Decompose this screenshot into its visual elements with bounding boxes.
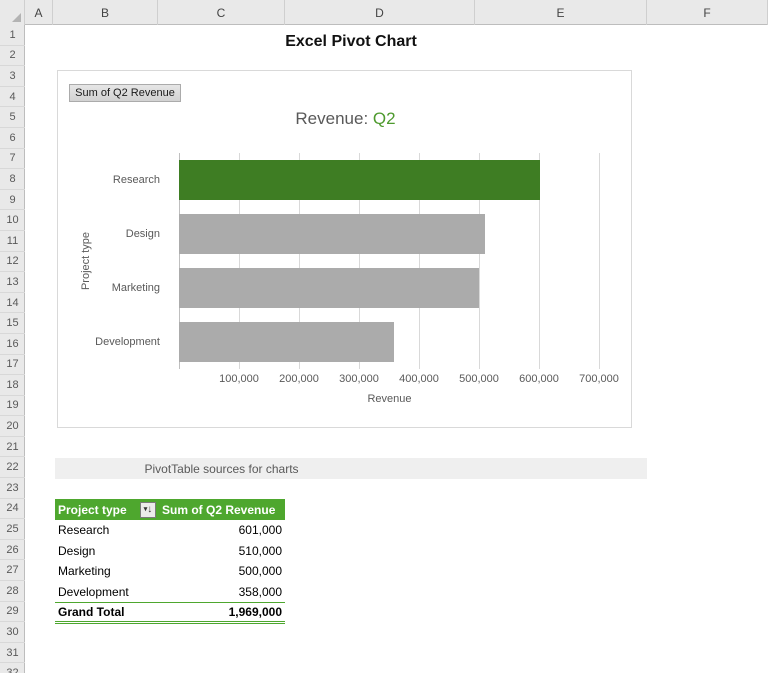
pivot-header-sum-q2-revenue[interactable]: Sum of Q2 Revenue <box>158 499 285 520</box>
pivot-table-header: Project type ▾ ↓ Sum of Q2 Revenue <box>55 499 285 520</box>
x-tick-label: 100,000 <box>219 373 259 385</box>
row-header-8[interactable]: 8 <box>0 169 25 190</box>
row-header-2[interactable]: 2 <box>0 46 25 67</box>
row-header-4[interactable]: 4 <box>0 87 25 108</box>
sort-filter-button[interactable]: ▾ ↓ <box>140 501 156 518</box>
row-header-13[interactable]: 13 <box>0 272 25 293</box>
pivot-row-value: 601,000 <box>238 523 282 538</box>
value-axis-ticks: 100,000 200,000 300,000 400,000 500,000 600,0… <box>179 373 619 387</box>
column-header-b[interactable]: B <box>53 0 158 25</box>
pivot-row-label: Marketing <box>58 564 111 579</box>
row-header-9[interactable]: 9 <box>0 190 25 211</box>
row-header-27[interactable]: 27 <box>0 560 25 582</box>
pivot-grand-total-row[interactable]: Grand Total 1,969,000 <box>55 602 285 625</box>
chart-title: Revenue: Q2 <box>58 109 633 129</box>
row-header-25[interactable]: 25 <box>0 519 25 540</box>
row-header-12[interactable]: 12 <box>0 252 25 273</box>
x-tick-label: 300,000 <box>339 373 379 385</box>
row-header-18[interactable]: 18 <box>0 375 25 396</box>
pivot-row-development[interactable]: Development 358,000 <box>55 582 285 603</box>
row-header-20[interactable]: 20 <box>0 416 25 437</box>
x-tick-label: 600,000 <box>519 373 559 385</box>
pivot-sources-banner: PivotTable sources for charts <box>55 458 647 479</box>
bar-marketing[interactable] <box>179 268 479 308</box>
row-header-30[interactable]: 30 <box>0 622 25 643</box>
row-header-3[interactable]: 3 <box>0 66 25 87</box>
x-tick-label: 700,000 <box>579 373 619 385</box>
pivot-field-button[interactable]: Sum of Q2 Revenue <box>69 84 181 102</box>
column-header-row: ABCDEF <box>0 0 768 25</box>
row-header-17[interactable]: 17 <box>0 355 25 376</box>
pivot-table-body: Research 601,000 Design 510,000 Marketing 500… <box>55 520 285 602</box>
row-header-5[interactable]: 5 <box>0 107 25 128</box>
chart-title-prefix: Revenue: <box>295 109 373 128</box>
pivot-chart[interactable]: Sum of Q2 Revenue Revenue: Q2 Project ty… <box>57 70 632 428</box>
x-axis-title: Revenue <box>367 393 412 405</box>
row-header-15[interactable]: 15 <box>0 313 25 334</box>
row-header-14[interactable]: 14 <box>0 293 25 314</box>
row-header-26[interactable]: 26 <box>0 540 25 561</box>
pivot-row-value: 500,000 <box>238 564 282 579</box>
category-label-marketing: Marketing <box>111 282 160 294</box>
row-header-16[interactable]: 16 <box>0 334 25 355</box>
grand-total-label: Grand Total <box>58 605 125 620</box>
pivot-sources-banner-label: PivotTable sources for charts <box>144 461 299 476</box>
row-header-10[interactable]: 10 <box>0 210 25 231</box>
row-header-column: 1 2 3 4 5 6 7 8 9 10 11 12 13 14 15 16 17 18 19 20 21 22 23 24 2… <box>0 25 25 673</box>
x-tick-label: 400,000 <box>399 373 439 385</box>
row-header-21[interactable]: 21 <box>0 437 25 458</box>
x-tick-label: 500,000 <box>459 373 499 385</box>
pivot-row-label: Design <box>58 543 96 558</box>
category-label-development: Development <box>95 336 160 348</box>
row-header-29[interactable]: 29 <box>0 602 25 623</box>
pivot-row-value: 510,000 <box>238 543 282 558</box>
pivot-row-value: 358,000 <box>238 585 282 600</box>
bar-development[interactable] <box>179 322 394 362</box>
pivot-row-research[interactable]: Research 601,000 <box>55 520 285 541</box>
row-header-31[interactable]: 31 <box>0 643 25 664</box>
bar-design[interactable] <box>179 214 485 254</box>
row-header-22[interactable]: 22 <box>0 457 25 479</box>
column-header-c[interactable]: C <box>158 0 285 25</box>
column-header-d[interactable]: D <box>285 0 475 25</box>
plot-area <box>179 153 600 369</box>
pivot-row-label: Research <box>58 523 110 538</box>
row-header-19[interactable]: 19 <box>0 396 25 417</box>
category-label-design: Design <box>125 228 160 240</box>
select-all-corner[interactable] <box>0 0 25 25</box>
pivot-row-design[interactable]: Design 510,000 <box>55 541 285 562</box>
spreadsheet: ABCDEF 1 2 3 4 5 6 7 8 9 10 11 12 13 14 15 16 17 18 19 20 21… <box>0 0 768 673</box>
row-header-7[interactable]: 7 <box>0 149 25 170</box>
x-tick-label: 200,000 <box>279 373 319 385</box>
row-header-23[interactable]: 23 <box>0 478 25 499</box>
sheet-title: Excel Pivot Chart <box>285 33 417 50</box>
row-header-28[interactable]: 28 <box>0 581 25 602</box>
pivot-row-marketing[interactable]: Marketing 500,000 <box>55 561 285 582</box>
column-header-e[interactable]: E <box>475 0 647 25</box>
chart-title-highlight: Q2 <box>372 109 396 128</box>
pivot-header-project-type[interactable]: Project type ▾ ↓ <box>55 499 158 520</box>
grand-total-value: 1,969,000 <box>228 605 282 620</box>
row-header-1[interactable]: 1 <box>0 25 25 46</box>
pivot-row-label: Development <box>58 585 129 600</box>
bar-research[interactable] <box>179 160 540 200</box>
column-header-a[interactable]: A <box>25 0 53 25</box>
category-axis-labels: Research Design Marketing Development <box>58 153 170 369</box>
select-all-triangle-icon <box>12 13 21 22</box>
row-header-6[interactable]: 6 <box>0 128 25 149</box>
sort-descending-icon: ↓ <box>147 503 153 515</box>
category-label-research: Research <box>112 174 160 186</box>
row-header-11[interactable]: 11 <box>0 231 25 252</box>
column-header-f[interactable]: F <box>647 0 768 25</box>
gridline <box>599 153 600 369</box>
row-header-24[interactable]: 24 <box>0 499 25 520</box>
pivot-table: Project type ▾ ↓ Sum of Q2 Revenue Resear… <box>55 499 285 625</box>
row-header-32[interactable]: 32 <box>0 663 25 673</box>
